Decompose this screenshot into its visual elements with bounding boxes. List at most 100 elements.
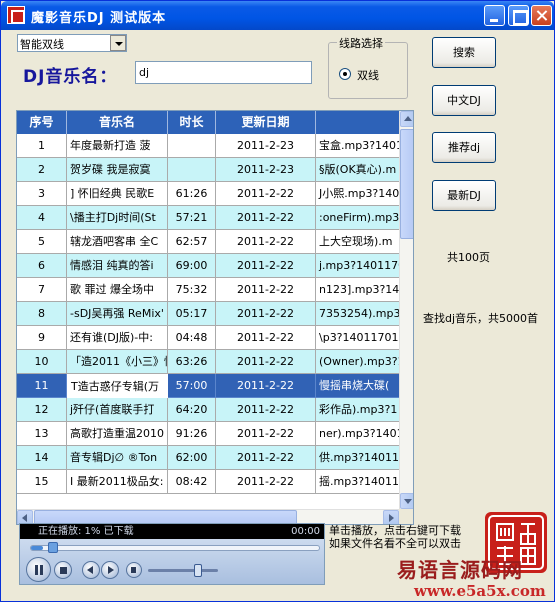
usage-hint-line2: 如果文件名看不全可以双击: [329, 537, 461, 550]
col-header-no[interactable]: 序号: [17, 111, 67, 134]
seek-bar[interactable]: [30, 545, 320, 551]
cell-url: (Owner).mp3?1: [316, 350, 399, 374]
table-row[interactable]: 11 T造古惑仔专辑(万 57:00 2011-2-22 慢摇串烧大碟(: [17, 374, 399, 398]
table-row[interactable]: 12 j歼仔(首度联手打 64:20 2011-2-22 彩作品).mp3?1: [17, 398, 399, 422]
total-pages-text: 共100页: [447, 251, 490, 264]
table-row[interactable]: 3] 怀旧经典 民歌E 61:26 2011-2-22 J小熙.mp3?140: [17, 182, 399, 206]
cell-url: §版(OK真心).m: [316, 158, 399, 182]
cell-duration: 08:42: [168, 470, 216, 494]
table-row[interactable]: 1 年度最新打造 菠 2011-2-23 宝盒.mp3?1401: [17, 134, 399, 158]
cell-no: 2: [17, 158, 67, 182]
cell-url: 摇.mp3?140111: [316, 470, 399, 494]
cell-name: 「造2011《小三》惊: [67, 350, 168, 374]
previous-icon[interactable]: [82, 561, 100, 579]
cell-name: ] 怀旧经典 民歌E: [67, 182, 168, 206]
minimize-button[interactable]: [484, 5, 505, 26]
table-row[interactable]: 8 -sDJ吴再强 ReMix' 05:17 2011-2-22 7353254).mp…: [17, 302, 399, 326]
cell-duration: [168, 158, 216, 182]
cell-no: 1: [17, 134, 67, 158]
dj-name-input[interactable]: dj: [135, 61, 312, 84]
route-radio-dual[interactable]: [339, 68, 351, 80]
cell-url: \p3?1401170141: [316, 326, 399, 350]
watermark-text: 易语言源码网: [397, 558, 523, 582]
table-row[interactable]: 2 贺岁碟 我是寂寞 2011-2-23 §版(OK真心).m: [17, 158, 399, 182]
seek-progress: [31, 546, 43, 550]
pause-icon[interactable]: [26, 557, 51, 582]
route-radio-label[interactable]: 双线: [357, 67, 379, 83]
scroll-down-icon[interactable]: [400, 493, 413, 509]
cell-url: ner).mp3?1401: [316, 422, 399, 446]
player-status-bar: 正在播放: 1% 已下载 00:00: [20, 524, 324, 539]
cell-name: 年度最新打造 菠: [67, 134, 168, 158]
volume-handle[interactable]: [194, 564, 202, 577]
cell-date: 2011-2-22: [216, 326, 316, 350]
scroll-right-icon[interactable]: [383, 510, 399, 524]
stop-icon[interactable]: [54, 561, 72, 579]
table-row[interactable]: 5 辖龙酒吧客串 全C 62:57 2011-2-22 上大空现场).m: [17, 230, 399, 254]
maximize-button[interactable]: [508, 5, 529, 26]
cell-no: 13: [17, 422, 67, 446]
close-button[interactable]: [531, 5, 552, 26]
table-row[interactable]: 9还有谁(DJ版)-中:04:482011-2-22\p3?1401170141: [17, 326, 399, 350]
player-time: 00:00: [291, 526, 320, 537]
cell-url: 供.mp3?140111: [316, 446, 399, 470]
cell-duration: 04:48: [168, 326, 216, 350]
table-row[interactable]: 4 \播主打Dj时间(St 57:21 2011-2-22:oneFirm).mp3: [17, 206, 399, 230]
col-header-name[interactable]: 音乐名: [67, 111, 168, 134]
mode-dropdown-value: 智能双线: [20, 38, 64, 51]
cell-url: 宝盒.mp3?1401: [316, 134, 399, 158]
usage-hint-line1: 单击播放，点击右键可下载: [329, 524, 461, 537]
table-row[interactable]: 13 高歌打造重温2010 91:26 2011-2-22 ner).mp3?1401: [17, 422, 399, 446]
cell-name: 辖龙酒吧客串 全C: [67, 230, 168, 254]
col-header-date[interactable]: 更新日期: [216, 111, 316, 134]
client-area: 智能双线 DJ音乐名： dj 线路选择 双线 搜索 中文DJ 推荐dj 最新DJ…: [3, 30, 554, 601]
search-button[interactable]: 搜索: [432, 37, 496, 68]
search-result-info: 查找dj音乐，共5000首: [423, 312, 539, 325]
cell-no: 10: [17, 350, 67, 374]
cell-duration: 05:17: [168, 302, 216, 326]
app-window: 魔影音乐DJ 测试版本 智能双线 DJ音乐名： dj 线路选择 双线 搜索 中文…: [0, 0, 555, 602]
table-header: 序号 音乐名 时长 更新日期: [17, 111, 399, 134]
cell-date: 2011-2-22: [216, 230, 316, 254]
cell-date: 2011-2-22: [216, 350, 316, 374]
table-row[interactable]: 10 「造2011《小三》惊 63:26 2011-2-22 (Owner).mp3?1: [17, 350, 399, 374]
chevron-down-icon[interactable]: [110, 35, 126, 51]
cell-date: 2011-2-23: [216, 158, 316, 182]
cell-date: 2011-2-22: [216, 446, 316, 470]
cell-date: 2011-2-22: [216, 254, 316, 278]
cell-date: 2011-2-22: [216, 422, 316, 446]
title-bar[interactable]: 魔影音乐DJ 测试版本: [1, 1, 554, 30]
music-table[interactable]: 序号 音乐名 时长 更新日期 1 年度最新打造 菠 2011-2-23 宝盒.mp3?…: [16, 110, 414, 525]
table-row[interactable]: 6 情感泪 纯真的答i 69:00 2011-2-22 j.mp3?1401170: [17, 254, 399, 278]
cell-no: 5: [17, 230, 67, 254]
cell-no: 4: [17, 206, 67, 230]
recommend-dj-button[interactable]: 推荐dj: [432, 132, 496, 163]
cell-url: j.mp3?1401170: [316, 254, 399, 278]
cell-no: 11: [17, 374, 67, 398]
cell-duration: 75:32: [168, 278, 216, 302]
dj-name-label: DJ音乐名：: [23, 67, 118, 87]
cell-duration: [168, 134, 216, 158]
vertical-scroll-thumb[interactable]: [400, 129, 413, 239]
cell-duration: 62:00: [168, 446, 216, 470]
cell-no: 12: [17, 398, 67, 422]
cell-name: T造古惑仔专辑(万: [67, 374, 168, 398]
volume-icon[interactable]: [126, 562, 142, 578]
seek-handle[interactable]: [48, 542, 58, 553]
cell-url: n123].mp3?140: [316, 278, 399, 302]
col-header-duration[interactable]: 时长: [168, 111, 216, 134]
table-row[interactable]: 14 音专辑Dj∅ ®Ton 62:00 2011-2-22 供.mp3?140111: [17, 446, 399, 470]
scroll-up-icon[interactable]: [400, 111, 413, 127]
table-row[interactable]: 7歌 罪过 爆全场中 75:32 2011-2-22 n123].mp3?140: [17, 278, 399, 302]
col-header-url[interactable]: [316, 111, 399, 134]
table-row[interactable]: 15 I 最新2011极品女: 08:42 2011-2-22 摇.mp3?140111: [17, 470, 399, 494]
watermark-url: www.e5a5x.com: [414, 582, 546, 600]
mode-dropdown[interactable]: 智能双线: [17, 34, 127, 52]
vertical-scrollbar[interactable]: [399, 111, 413, 509]
chinese-dj-button[interactable]: 中文DJ: [432, 85, 496, 116]
cell-name: 歌 罪过 爆全场中: [67, 278, 168, 302]
next-icon[interactable]: [101, 561, 119, 579]
latest-dj-button[interactable]: 最新DJ: [432, 180, 496, 211]
route-group: 线路选择 双线: [328, 35, 408, 99]
volume-slider[interactable]: [148, 569, 218, 572]
